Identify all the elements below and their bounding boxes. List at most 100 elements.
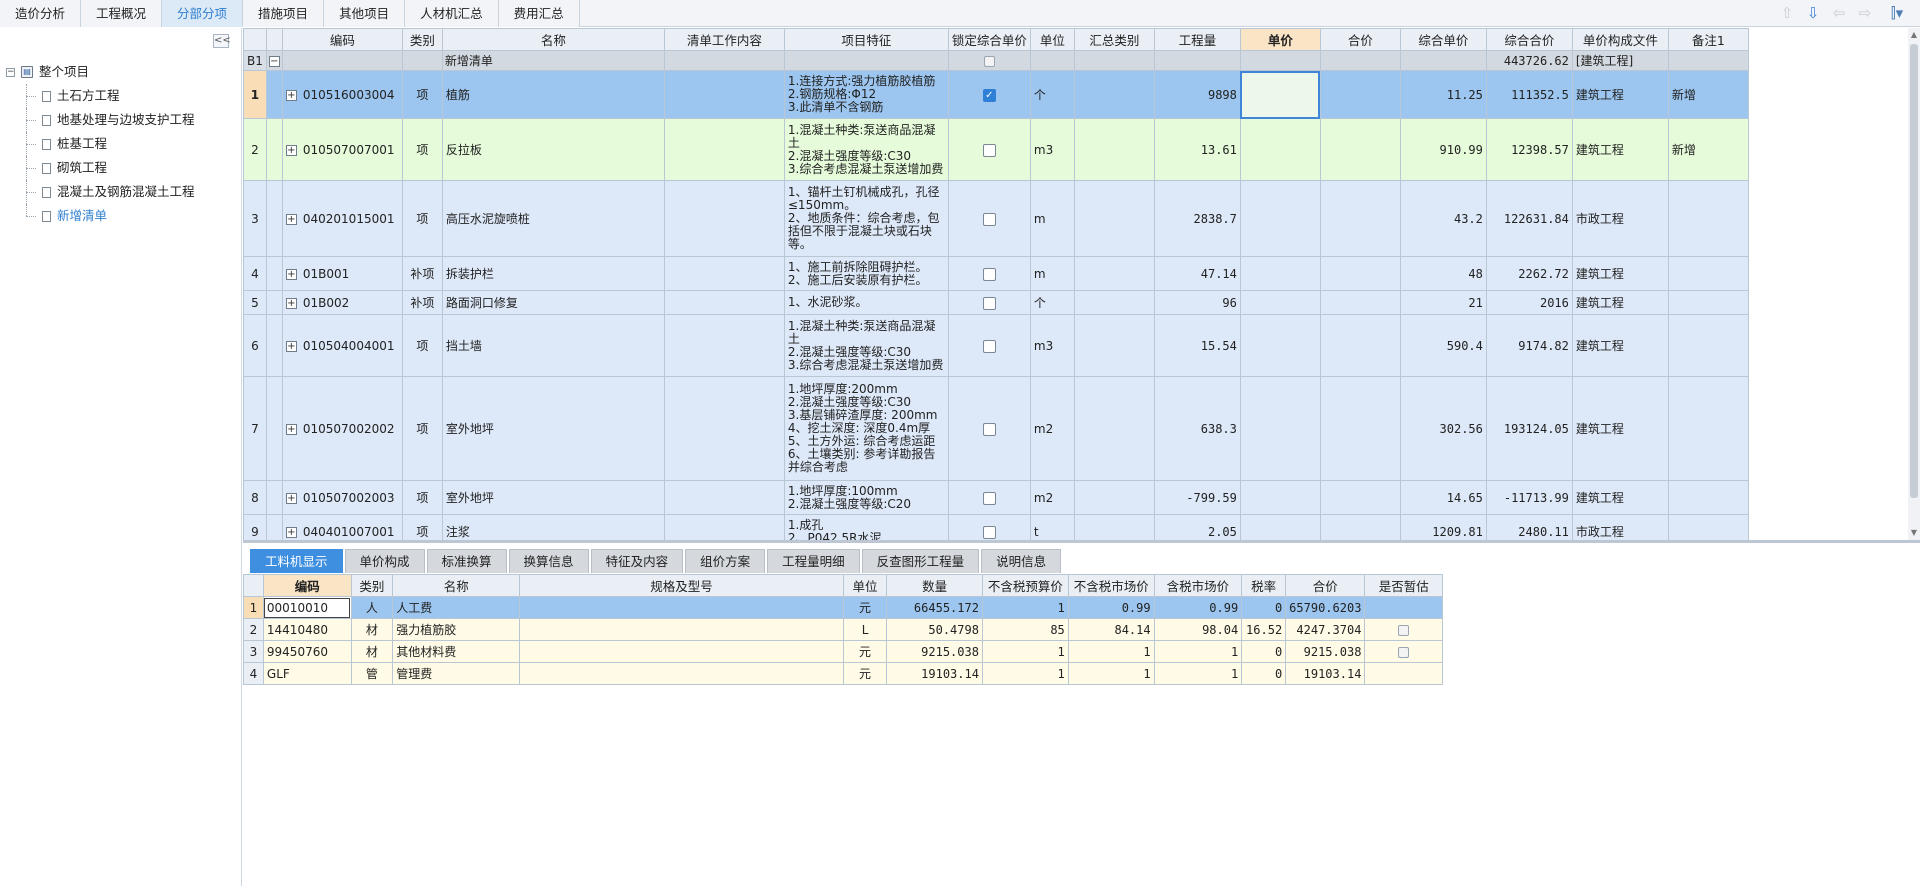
total-cell[interactable]: 4247.3704: [1285, 618, 1366, 641]
type-cell[interactable]: 项: [401, 480, 443, 515]
code-cell[interactable]: +040201015001: [281, 180, 403, 257]
composite-total-cell[interactable]: 111352.5: [1485, 70, 1573, 119]
price-file-cell[interactable]: 市政工程: [1571, 514, 1669, 540]
resource-row[interactable]: 4 GLF 管管理费元 19103.14 1 1 1 0 19103.14: [243, 662, 1443, 685]
feature-cell[interactable]: 1、水泥砂浆。: [783, 290, 949, 315]
pre-tax-budget-cell[interactable]: 1: [981, 596, 1069, 619]
column-header[interactable]: 是否暂估: [1364, 574, 1443, 597]
estimate-cell[interactable]: [1364, 596, 1443, 619]
price-file-cell[interactable]: 建筑工程: [1571, 480, 1669, 515]
lock-checkbox[interactable]: [982, 267, 996, 281]
unit-price-cell[interactable]: [1239, 70, 1321, 119]
name-cell[interactable]: 植筋: [441, 70, 665, 119]
lock-cell[interactable]: [947, 376, 1031, 481]
code-cell[interactable]: 14410480: [262, 618, 352, 641]
composite-price-cell[interactable]: 21: [1399, 290, 1487, 315]
summary-category-cell[interactable]: [1073, 376, 1155, 481]
price-file-cell[interactable]: 建筑工程: [1571, 314, 1669, 377]
tab-detail[interactable]: 单价构成: [344, 549, 425, 573]
column-header[interactable]: 名称: [441, 28, 665, 51]
total-price-cell[interactable]: [1319, 514, 1401, 540]
total-price-cell[interactable]: [1319, 118, 1401, 181]
collapse-icon[interactable]: −: [268, 55, 280, 67]
type-cell[interactable]: 项: [401, 514, 443, 540]
type-cell[interactable]: 项: [401, 180, 443, 257]
lock-cell[interactable]: [947, 514, 1031, 540]
group-toggle-cell[interactable]: −: [265, 50, 283, 71]
total-cell[interactable]: 65790.6203: [1285, 596, 1366, 619]
lock-checkbox[interactable]: [982, 422, 996, 436]
expand-icon[interactable]: +: [285, 89, 297, 101]
column-header[interactable]: 单价构成文件: [1571, 28, 1669, 51]
tab-detail[interactable]: 特征及内容: [590, 549, 684, 573]
lock-checkbox[interactable]: [982, 525, 996, 539]
code-cell[interactable]: +010504004001: [281, 314, 403, 377]
arrow-left-icon[interactable]: ⇦: [1830, 3, 1848, 23]
lock-checkbox[interactable]: [982, 212, 996, 226]
group-row[interactable]: B1− 新增清单 443726.62 [建筑工程]: [243, 50, 1749, 71]
name-cell[interactable]: 挡土墙: [441, 314, 665, 377]
unit-cell[interactable]: t: [1029, 514, 1075, 540]
composite-price-cell[interactable]: 11.25: [1399, 70, 1487, 119]
quantity-cell[interactable]: 638.3: [1153, 376, 1241, 481]
tab-module[interactable]: 人材机汇总: [405, 0, 499, 27]
composite-price-cell[interactable]: 14.65: [1399, 480, 1487, 515]
column-header[interactable]: 合价: [1285, 574, 1366, 597]
composite-price-cell[interactable]: 910.99: [1399, 118, 1487, 181]
note-cell[interactable]: [1667, 256, 1749, 291]
bill-row[interactable]: 8 +010507002003 项室外地坪 1.地坪厚度:100mm 2.混凝土强度等级…: [243, 480, 1749, 515]
tab-detail[interactable]: 工料机显示: [250, 549, 343, 573]
work-content-cell[interactable]: [663, 290, 785, 315]
bill-row[interactable]: 1 +010516003004 项植筋 1.连接方式:强力植筋胶植筋 2.钢筋规格:Φ1…: [243, 70, 1749, 119]
row-number[interactable]: 6: [243, 314, 267, 377]
pre-tax-budget-cell[interactable]: 1: [981, 662, 1069, 685]
note-cell[interactable]: [1667, 514, 1749, 540]
bill-row[interactable]: 9 +040401007001 项注浆 1.成孔 2、P042.5R水泥 t 2.05 120…: [243, 514, 1749, 540]
tab-module[interactable]: 分部分项: [162, 0, 244, 27]
composite-total-cell[interactable]: 122631.84: [1485, 180, 1573, 257]
bill-row[interactable]: 2 +010507007001 项反拉板 1.混凝土种类:泵送商品混凝土 2.混凝土强度…: [243, 118, 1749, 181]
vertical-scrollbar[interactable]: ▲ ▼: [1908, 28, 1920, 540]
tax-market-cell[interactable]: 1: [1153, 640, 1243, 663]
feature-cell[interactable]: 1.连接方式:强力植筋胶植筋 2.钢筋规格:Φ12 3.此清单不含钢筋: [783, 70, 949, 119]
summary-category-cell[interactable]: [1073, 514, 1155, 540]
composite-price-cell[interactable]: 1209.81: [1399, 514, 1487, 540]
column-header[interactable]: 备注1: [1667, 28, 1749, 51]
lock-cell[interactable]: [947, 180, 1031, 257]
expand-icon[interactable]: +: [285, 297, 297, 309]
total-price-cell[interactable]: [1319, 70, 1401, 119]
unit-price-cell[interactable]: [1239, 480, 1321, 515]
column-header[interactable]: 数量: [886, 574, 983, 597]
work-content-cell[interactable]: [663, 514, 785, 540]
row-number[interactable]: 8: [243, 480, 267, 515]
tree-item[interactable]: 桩基工程: [6, 132, 238, 156]
scroll-down-icon[interactable]: ▼: [1908, 527, 1920, 539]
name-cell[interactable]: 人工费: [392, 596, 521, 619]
estimate-cell[interactable]: [1364, 618, 1443, 641]
row-number[interactable]: 1: [243, 70, 267, 119]
name-cell[interactable]: 管理费: [392, 662, 521, 685]
tax-rate-cell[interactable]: 16.52: [1241, 618, 1287, 641]
scroll-thumb[interactable]: [1910, 44, 1918, 498]
estimate-checkbox[interactable]: [1398, 646, 1410, 658]
summary-category-cell[interactable]: [1073, 256, 1155, 291]
row-number[interactable]: 3: [243, 180, 267, 257]
tab-detail[interactable]: 工程量明细: [767, 549, 860, 573]
tax-rate-cell[interactable]: 0: [1241, 640, 1287, 663]
unit-cell[interactable]: L: [842, 618, 888, 641]
row-number[interactable]: 9: [243, 514, 267, 540]
note-cell[interactable]: [1667, 314, 1749, 377]
feature-cell[interactable]: 1.成孔 2、P042.5R水泥: [783, 514, 949, 540]
resource-row[interactable]: 2 14410480 材强力植筋胶 L 50.4798 85 84.14 98.04 16.52…: [243, 618, 1443, 641]
bill-row[interactable]: 7 +010507002002 项室外地坪 1.地坪厚度:200mm 2.混凝土强度等级…: [243, 376, 1749, 481]
unit-cell[interactable]: m3: [1029, 314, 1075, 377]
unit-cell[interactable]: 元: [842, 596, 888, 619]
code-cell[interactable]: +040401007001: [281, 514, 403, 540]
column-header[interactable]: 编码: [262, 574, 352, 597]
row-number[interactable]: 2: [243, 118, 267, 181]
type-cell[interactable]: 项: [401, 314, 443, 377]
column-header[interactable]: 类别: [350, 574, 394, 597]
unit-price-cell[interactable]: [1239, 314, 1321, 377]
arrow-right-icon[interactable]: ⇨: [1856, 3, 1874, 23]
composite-total-cell[interactable]: -11713.99: [1485, 480, 1573, 515]
